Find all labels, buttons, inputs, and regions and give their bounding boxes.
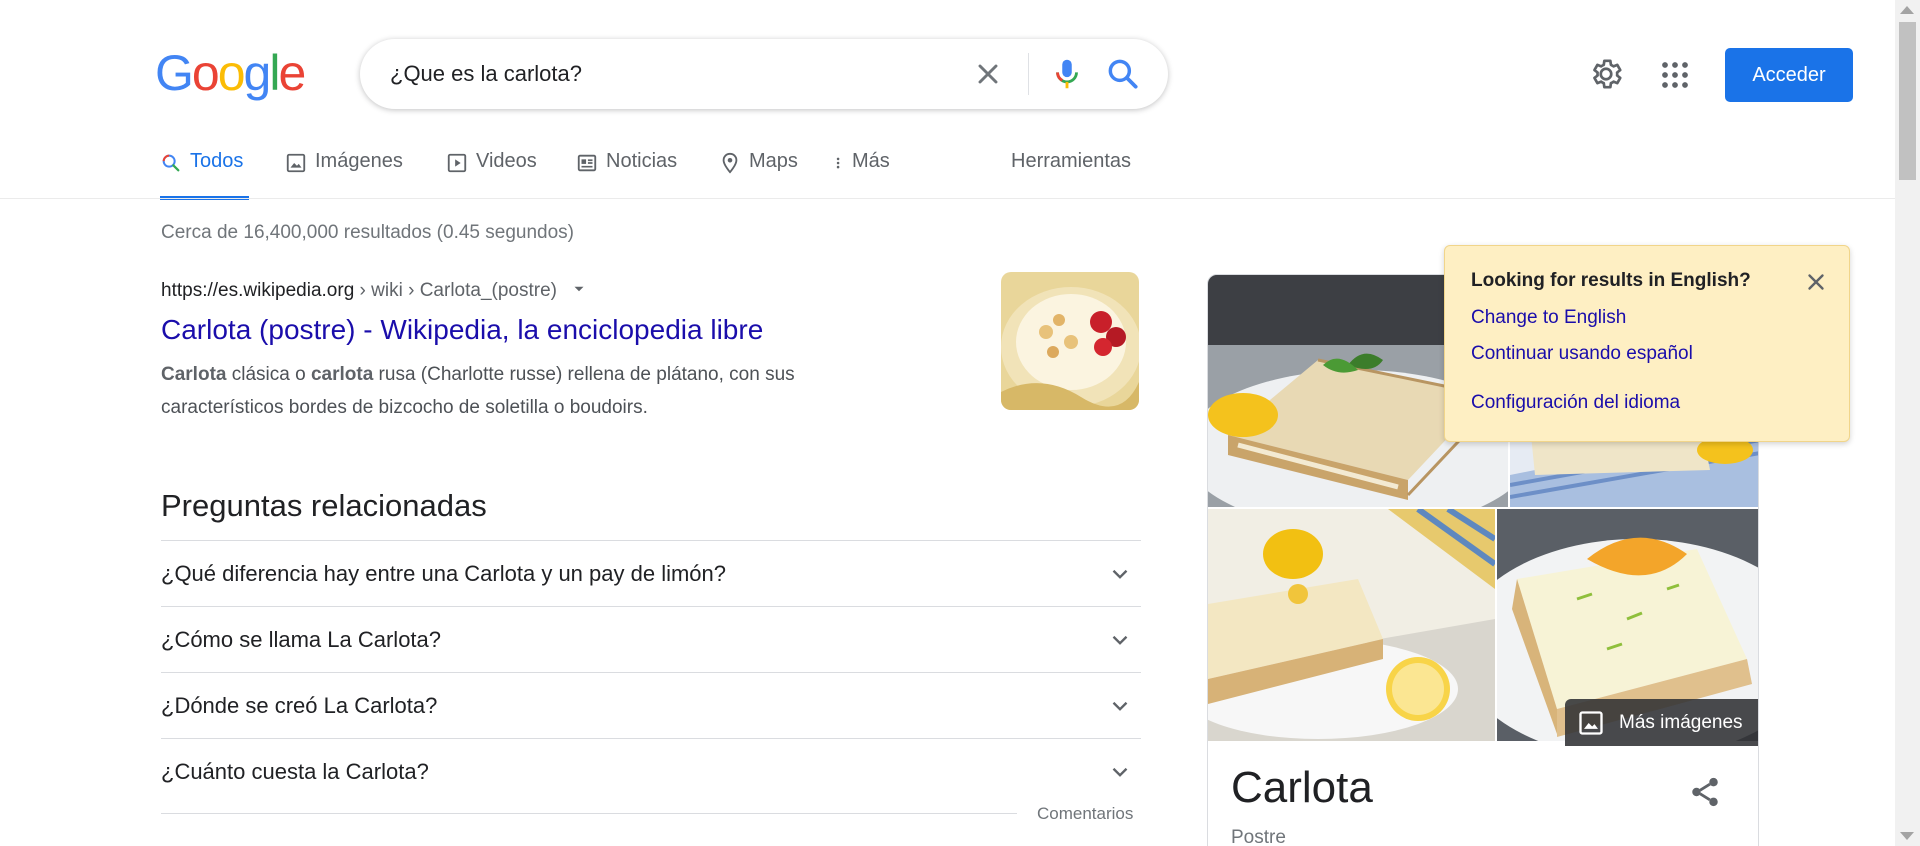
language-suggestion-popup: Looking for results in English? Change t… <box>1444 245 1850 442</box>
result-title-link[interactable]: Carlota (postre) - Wikipedia, la enciclo… <box>161 314 763 346</box>
result-breadcrumb: › wiki › Carlota_(postre) <box>354 280 557 301</box>
search-results-page: Google ¿Que es la carlota? Acceder Todos… <box>0 0 1920 846</box>
scrollbar-thumb[interactable] <box>1899 22 1916 180</box>
tab-videos[interactable]: Videos <box>446 150 537 200</box>
search-divider <box>1028 53 1029 95</box>
question-text: ¿Cómo se llama La Carlota? <box>161 627 442 652</box>
image-icon <box>286 153 306 173</box>
tools-button[interactable]: Herramientas <box>1011 150 1131 200</box>
image-icon <box>1579 710 1603 735</box>
logo-letter: o <box>217 45 246 101</box>
related-question[interactable]: ¿Dónde se creó La Carlota? <box>161 672 1141 738</box>
tab-todos[interactable]: Todos <box>160 150 249 200</box>
logo-letter: e <box>278 45 306 101</box>
chevron-down-icon <box>1112 767 1128 777</box>
language-settings-link[interactable]: Configuración del idioma <box>1471 392 1680 414</box>
kp-image-3[interactable] <box>1208 509 1495 741</box>
popup-heading: Looking for results in English? <box>1471 270 1751 291</box>
search-box[interactable]: ¿Que es la carlota? <box>360 39 1168 109</box>
map-pin-icon <box>722 152 738 174</box>
search-icon <box>162 154 180 172</box>
logo-letter: G <box>155 45 194 101</box>
tools-label: Herramientas <box>1011 150 1132 172</box>
tab-label: Maps <box>749 150 798 172</box>
change-to-english-link[interactable]: Change to English <box>1471 307 1626 329</box>
result-thumbnail[interactable] <box>1001 272 1139 410</box>
search-icon[interactable] <box>1104 55 1142 93</box>
tab-imagenes[interactable]: Imágenes <box>285 150 403 200</box>
scroll-up-arrow[interactable] <box>1900 6 1914 14</box>
google-logo[interactable]: Google <box>155 45 306 101</box>
share-icon[interactable] <box>1688 775 1722 809</box>
dessert-thumbnail-image <box>1001 272 1139 410</box>
tab-maps[interactable]: Maps <box>719 150 798 200</box>
continue-spanish-link[interactable]: Continuar usando español <box>1471 343 1693 365</box>
tab-mas[interactable]: Más <box>834 150 890 200</box>
tab-label: Todos <box>190 150 244 172</box>
news-icon <box>577 154 597 172</box>
tab-label: Más <box>852 150 890 172</box>
tab-label: Noticias <box>606 150 678 172</box>
logo-letter: o <box>191 45 220 101</box>
more-images-button[interactable]: Más imágenes <box>1565 699 1758 746</box>
logo-letter: l <box>269 45 280 101</box>
related-questions-list: ¿Qué diferencia hay entre una Carlota y … <box>161 540 1141 804</box>
lemon-dessert-image <box>1208 509 1495 741</box>
chevron-down-icon <box>1112 701 1128 711</box>
result-url[interactable]: https://es.wikipedia.org › wiki › Carlot… <box>161 280 588 302</box>
close-icon[interactable] <box>972 58 1004 90</box>
question-text: ¿Qué diferencia hay entre una Carlota y … <box>161 561 726 586</box>
kp-title: Carlota <box>1231 763 1373 812</box>
more-vertical-icon <box>836 157 840 169</box>
close-icon[interactable] <box>1803 269 1829 295</box>
snippet-bold-term: Carlota <box>161 364 227 385</box>
apps-grid-icon[interactable] <box>1660 60 1690 90</box>
kp-subtitle: Postre <box>1231 827 1286 846</box>
related-question[interactable]: ¿Qué diferencia hay entre una Carlota y … <box>161 540 1141 606</box>
gear-icon[interactable] <box>1588 56 1624 92</box>
microphone-icon[interactable] <box>1048 55 1086 93</box>
snippet-text: clásica o <box>226 364 311 385</box>
related-questions-divider <box>161 813 1017 814</box>
caret-down-icon[interactable] <box>570 280 588 298</box>
header-divider <box>0 198 1900 199</box>
tab-noticias[interactable]: Noticias <box>576 150 677 200</box>
related-question[interactable]: ¿Cómo se llama La Carlota? <box>161 606 1141 672</box>
result-domain: https://es.wikipedia.org <box>161 280 355 301</box>
result-stats: Cerca de 16,400,000 resultados (0.45 seg… <box>161 222 574 243</box>
result-snippet: Carlota clásica o carlota rusa (Charlott… <box>161 358 881 424</box>
snippet-bold-term: carlota <box>310 364 374 385</box>
chevron-down-icon <box>1112 635 1128 645</box>
scroll-down-arrow[interactable] <box>1900 832 1914 840</box>
play-icon <box>447 153 467 173</box>
question-text: ¿Dónde se creó La Carlota? <box>161 693 438 718</box>
sign-in-button[interactable]: Acceder <box>1725 48 1853 102</box>
related-questions-title: Preguntas relacionadas <box>161 488 487 523</box>
logo-letter: g <box>243 45 272 101</box>
related-question[interactable]: ¿Cuánto cuesta la Carlota? <box>161 738 1141 804</box>
question-text: ¿Cuánto cuesta la Carlota? <box>161 759 429 784</box>
chevron-down-icon <box>1112 569 1128 579</box>
more-images-label: Más imágenes <box>1619 711 1743 733</box>
feedback-link[interactable]: Comentarios <box>1037 804 1133 824</box>
search-input[interactable]: ¿Que es la carlota? <box>390 61 582 87</box>
tab-label: Videos <box>476 150 537 172</box>
tab-label: Imágenes <box>315 150 403 172</box>
